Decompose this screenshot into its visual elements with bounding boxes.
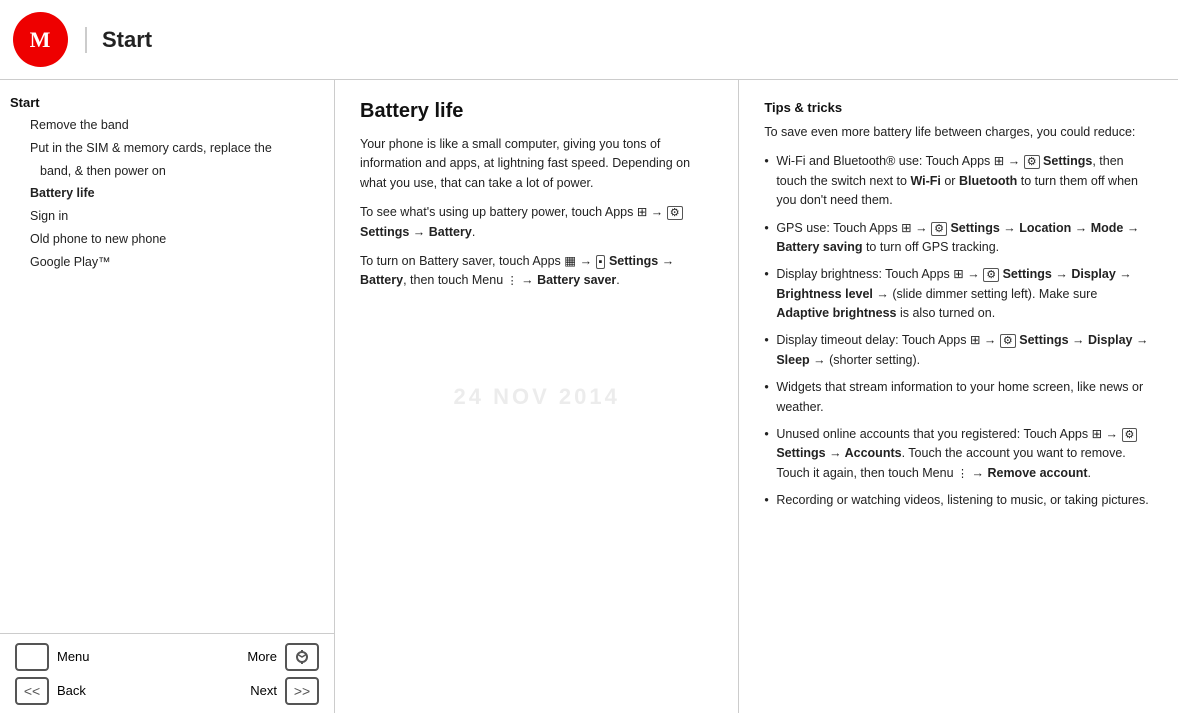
tips-list-item: Display brightness: Touch Apps ⊞ → ⚙ Set… [764,265,1153,323]
battery-para1: Your phone is like a small computer, giv… [360,135,713,193]
back-icon: << [15,677,49,705]
back-button[interactable]: << Back [15,677,86,705]
battery-panel: 24 NOV 2014 Battery life Your phone is l… [335,80,739,713]
sidebar-item-signin[interactable]: Sign in [10,205,324,228]
more-label: More [247,649,277,664]
tips-list-item: Recording or watching videos, listening … [764,491,1153,510]
tips-list-item: GPS use: Touch Apps ⊞ → ⚙ Settings → Loc… [764,219,1153,258]
back-chevrons: << [24,683,40,699]
tips-list-item: Wi-Fi and Bluetooth® use: Touch Apps ⊞ →… [764,152,1153,210]
next-label: Next [250,683,277,698]
battery-para3: To turn on Battery saver, touch Apps ▦ →… [360,252,713,291]
tips-title: Tips & tricks [764,100,1153,115]
sidebar-item-old-phone[interactable]: Old phone to new phone [10,228,324,251]
motorola-logo: M [13,12,68,67]
sidebar-section-title: Start [10,95,324,110]
sidebar-nav: Start Remove the band Put in the SIM & m… [10,95,324,273]
nav-bottom-row: << Back Next >> [15,677,319,705]
sidebar-content: Start Remove the band Put in the SIM & m… [0,80,334,633]
sidebar-item-sim[interactable]: Put in the SIM & memory cards, replace t… [10,137,324,160]
menu-icon [15,643,49,671]
more-icon [285,643,319,671]
sidebar-item-sim-cont: band, & then power on [10,160,324,183]
tips-intro: To save even more battery life between c… [764,123,1153,142]
date-watermark: 24 NOV 2014 [454,384,620,410]
next-icon: >> [285,677,319,705]
tips-list: Wi-Fi and Bluetooth® use: Touch Apps ⊞ →… [764,152,1153,510]
next-chevrons: >> [294,683,310,699]
tips-list-item: Unused online accounts that you register… [764,425,1153,483]
sidebar-item-google-play[interactable]: Google Play™ [10,251,324,274]
more-icon-svg [293,650,311,664]
sidebar-item-remove-band[interactable]: Remove the band [10,114,324,137]
main-layout: Start Remove the band Put in the SIM & m… [0,80,1178,713]
menu-label: Menu [57,649,90,664]
more-button[interactable]: More [247,643,319,671]
battery-para2-actual: To see what's using up battery power, to… [360,203,713,242]
sidebar-item-battery[interactable]: Battery life [10,182,324,205]
tips-panel: Tips & tricks To save even more battery … [739,80,1178,713]
content-area: 24 NOV 2014 Battery life Your phone is l… [335,80,1178,713]
battery-title: Battery life [360,100,713,123]
next-button[interactable]: Next >> [250,677,319,705]
logo-area: M [0,0,80,80]
menu-button[interactable]: Menu [15,643,90,671]
page-title: Start [85,27,152,53]
back-label: Back [57,683,86,698]
logo-letter: M [30,27,51,53]
sidebar-bottom-nav: Menu More [0,633,334,713]
tips-list-item: Widgets that stream information to your … [764,378,1153,417]
nav-top-row: Menu More [15,643,319,671]
sidebar: Start Remove the band Put in the SIM & m… [0,80,335,713]
tips-list-item: Display timeout delay: Touch Apps ⊞ → ⚙ … [764,331,1153,370]
header: M Start [0,0,1178,80]
